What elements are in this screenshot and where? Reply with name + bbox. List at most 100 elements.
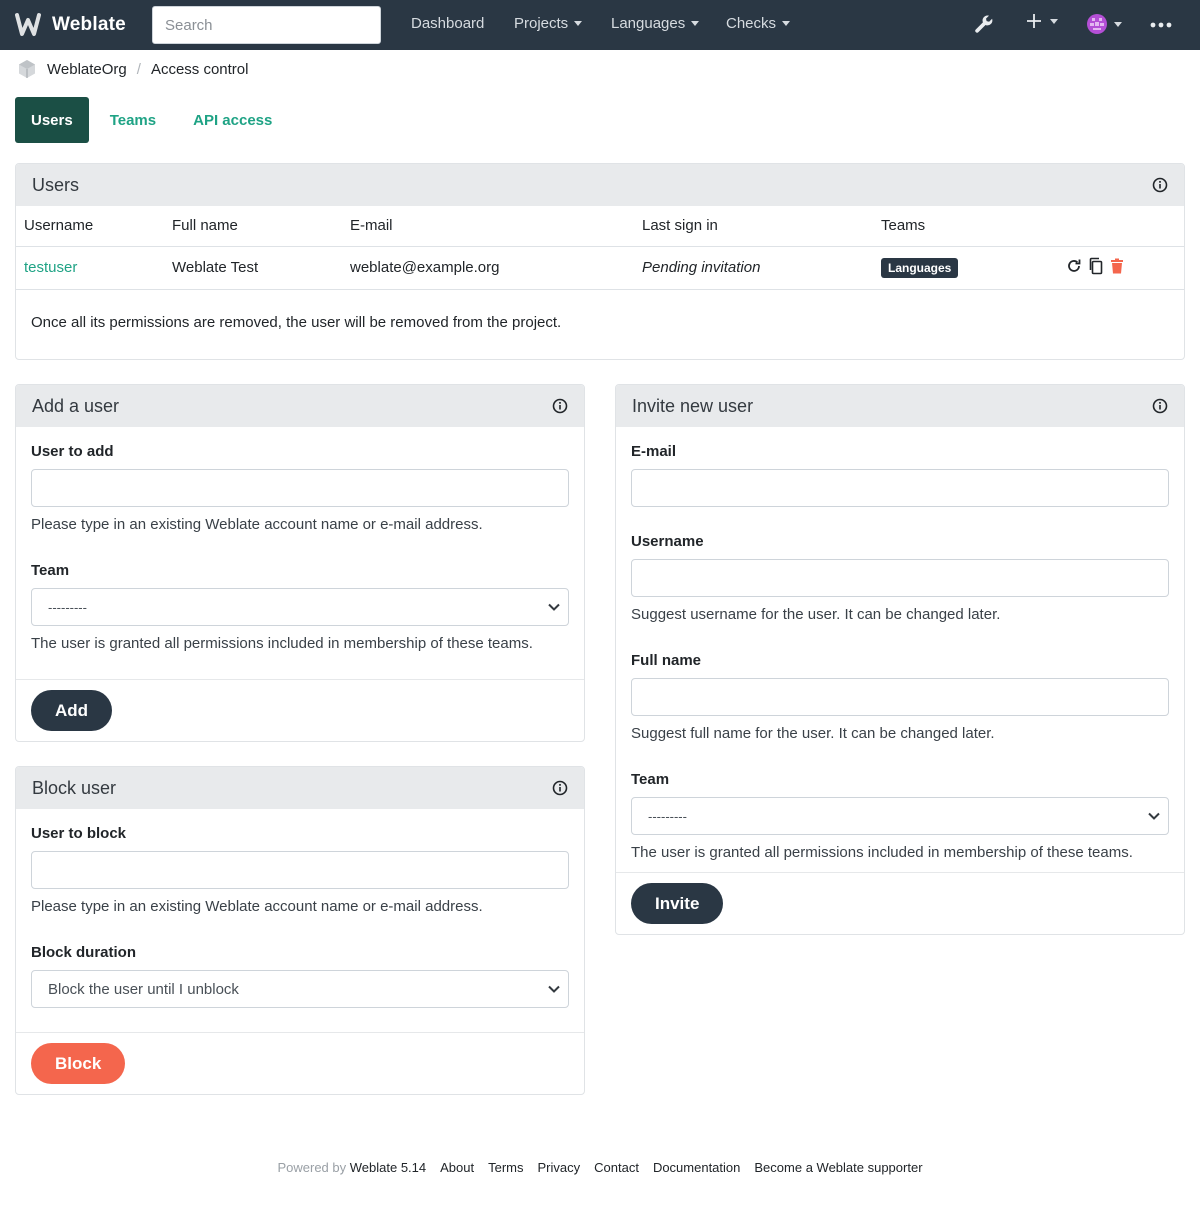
user-to-add-label: User to add: [31, 443, 114, 460]
invite-team-label: Team: [631, 771, 670, 788]
row-actions: [1050, 246, 1184, 290]
invite-team-select[interactable]: ---------: [631, 797, 1169, 835]
block-duration-value: Block the user until I unblock: [48, 980, 239, 998]
tab-api-access[interactable]: API access: [177, 97, 288, 143]
add-button[interactable]: Add: [31, 690, 113, 731]
username-field[interactable]: [631, 559, 1169, 597]
footer-supporter-link[interactable]: Become a Weblate supporter: [754, 1160, 922, 1175]
last-sign-in-text: Pending invitation: [642, 259, 761, 276]
last-sign-in-cell: Pending invitation: [634, 246, 873, 290]
page-footer: Powered by Weblate 5.14 About Terms Priv…: [0, 1160, 1200, 1175]
column-header: E-mail: [342, 206, 634, 247]
invite-footer: Invite: [616, 872, 1184, 934]
table-header-row: Username Full name E-mail Last sign in T…: [16, 206, 1184, 247]
nav-dashboard[interactable]: Dashboard: [411, 15, 484, 32]
access-tabs: Users Teams API access: [15, 97, 288, 143]
footer-terms-link[interactable]: Terms: [488, 1160, 523, 1175]
user-to-add-help: Please type in an existing Weblate accou…: [31, 516, 483, 533]
tab-users[interactable]: Users: [15, 97, 89, 143]
invite-user-card: Invite new user E-mail Username Suggest …: [615, 384, 1185, 935]
chevron-down-icon: [574, 21, 583, 26]
users-table: Username Full name E-mail Last sign in T…: [16, 206, 1184, 290]
add-user-footer: Add: [16, 679, 584, 741]
chevron-down-icon: [548, 603, 560, 611]
info-icon[interactable]: [552, 780, 568, 796]
table-row: testuser Weblate Test weblate@example.or…: [16, 246, 1184, 290]
top-navbar: Weblate Dashboard Projects Languages Che…: [0, 0, 1200, 50]
user-to-add-input[interactable]: [31, 469, 569, 507]
invite-team-select-value: ---------: [648, 808, 687, 824]
breadcrumb-current: Access control: [150, 60, 249, 78]
delete-icon[interactable]: [1110, 258, 1124, 278]
full-name-field[interactable]: [631, 678, 1169, 716]
resend-invitation-icon[interactable]: [1066, 258, 1082, 278]
chevron-down-icon: [1148, 812, 1160, 820]
column-header: Username: [16, 206, 164, 247]
team-select-value: ---------: [48, 599, 87, 615]
chevron-down-icon: [782, 21, 791, 26]
avatar: [1087, 14, 1107, 34]
user-to-block-help: Please type in an existing Weblate accou…: [31, 898, 483, 915]
invite-user-card-header: Invite new user: [616, 385, 1184, 427]
organization-icon: [19, 60, 35, 78]
team-label: Team: [31, 562, 70, 579]
tab-teams[interactable]: Teams: [94, 97, 172, 143]
breadcrumb-org[interactable]: WeblateOrg: [47, 61, 127, 78]
breadcrumb-separator: /: [136, 60, 141, 78]
nav-projects-dropdown[interactable]: Projects: [514, 15, 583, 32]
version-link[interactable]: Weblate 5.14: [350, 1160, 426, 1175]
column-header-actions: [1050, 206, 1184, 247]
nav-checks-dropdown[interactable]: Checks: [726, 15, 791, 32]
username-link[interactable]: testuser: [24, 259, 77, 276]
block-duration-select[interactable]: Block the user until I unblock: [31, 970, 569, 1008]
info-icon[interactable]: [1152, 177, 1168, 193]
add-user-card-header: Add a user: [16, 385, 584, 427]
nav-languages-dropdown[interactable]: Languages: [611, 15, 700, 32]
invite-button[interactable]: Invite: [631, 883, 724, 924]
footer-documentation-link[interactable]: Documentation: [653, 1160, 740, 1175]
column-header: Teams: [873, 206, 1050, 247]
email-cell: weblate@example.org: [342, 246, 634, 290]
info-icon[interactable]: [1152, 398, 1168, 414]
users-card-title: Users: [32, 174, 80, 195]
nav-languages-label: Languages: [611, 15, 686, 32]
copy-icon[interactable]: [1088, 257, 1104, 279]
footer-about-link[interactable]: About: [440, 1160, 474, 1175]
breadcrumb: WeblateOrg / Access control: [16, 58, 248, 80]
team-select[interactable]: ---------: [31, 588, 569, 626]
email-label: E-mail: [631, 443, 677, 460]
users-card: Users Username Full name E-mail Last sig…: [15, 163, 1185, 360]
block-duration-label: Block duration: [31, 944, 137, 961]
team-badge[interactable]: Languages: [881, 258, 959, 278]
powered-by-label: Powered by: [277, 1160, 347, 1175]
user-menu-dropdown[interactable]: [1086, 13, 1122, 35]
chevron-down-icon: [548, 985, 560, 993]
user-to-block-input[interactable]: [31, 851, 569, 889]
plus-icon: [1027, 14, 1041, 28]
block-user-card-header: Block user: [16, 767, 584, 809]
nav-projects-label: Projects: [514, 15, 569, 32]
username-label: Username: [631, 533, 704, 550]
nav-checks-label: Checks: [726, 15, 777, 32]
full-name-help: Suggest full name for the user. It can b…: [631, 725, 995, 742]
email-field[interactable]: [631, 469, 1169, 507]
search-input[interactable]: [152, 6, 381, 44]
username-help: Suggest username for the user. It can be…: [631, 606, 1001, 623]
brand-name: Weblate: [52, 14, 126, 35]
brand-link[interactable]: Weblate: [14, 12, 126, 38]
wrench-icon[interactable]: [973, 13, 995, 35]
users-card-header: Users: [16, 164, 1184, 206]
block-button[interactable]: Block: [31, 1043, 126, 1084]
chevron-down-icon: [1114, 21, 1122, 27]
more-menu-icon[interactable]: [1150, 22, 1172, 28]
teams-cell: Languages: [873, 246, 1050, 290]
footer-contact-link[interactable]: Contact: [594, 1160, 639, 1175]
block-user-footer: Block: [16, 1032, 584, 1094]
footer-privacy-link[interactable]: Privacy: [538, 1160, 581, 1175]
add-dropdown[interactable]: [1026, 13, 1058, 29]
column-header: Last sign in: [634, 206, 873, 247]
chevron-down-icon: [691, 21, 700, 26]
info-icon[interactable]: [552, 398, 568, 414]
block-user-card-title: Block user: [32, 777, 117, 798]
chevron-down-icon: [1050, 18, 1058, 24]
